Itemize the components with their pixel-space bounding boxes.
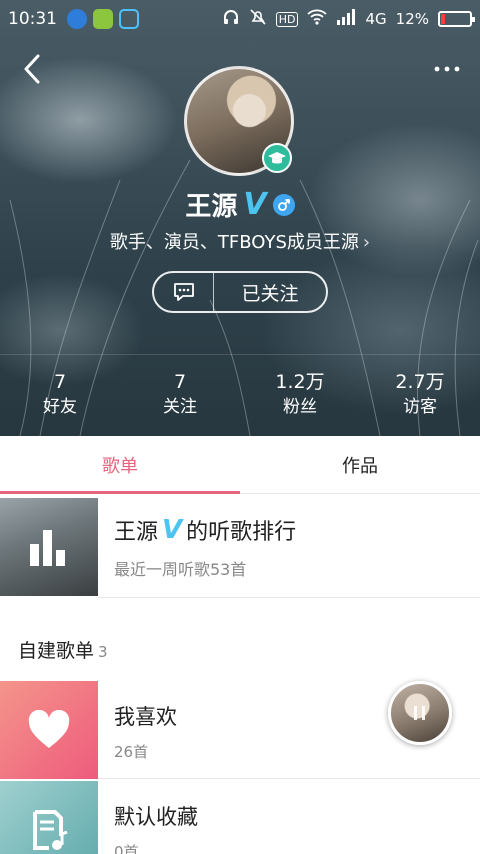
stat-number: 7	[53, 371, 67, 393]
ranking-subtitle: 最近一周听歌53首	[114, 560, 247, 579]
playlist-title: 默认收藏	[114, 805, 198, 829]
network-type: 4G	[365, 10, 387, 28]
stat-following[interactable]: 7 关注	[120, 370, 240, 420]
verified-v-icon: V	[162, 515, 183, 545]
profile-description: 歌手、演员、TFBOYS成员王源	[109, 232, 359, 253]
status-time: 10:31	[8, 9, 57, 29]
pause-icon	[414, 706, 425, 720]
playlist-item[interactable]: 默认收藏 0首	[0, 781, 480, 854]
section-header: 自建歌单 3	[18, 636, 108, 663]
section-title: 自建歌单	[18, 640, 95, 662]
now-playing-button[interactable]	[388, 681, 452, 745]
game-app-icon	[93, 9, 113, 29]
kuwo-app-icon	[67, 9, 87, 29]
stat-label: 访客	[403, 397, 437, 417]
stat-number: 1.2万	[275, 371, 325, 393]
chevron-right-icon: ›	[362, 232, 371, 253]
tab-playlists[interactable]: 歌单	[0, 436, 240, 494]
more-options-button[interactable]	[430, 52, 464, 86]
stat-label: 粉丝	[283, 397, 317, 417]
stat-number: 2.7万	[395, 371, 445, 393]
stat-label: 关注	[163, 397, 197, 417]
listening-ranking-row[interactable]: 王源 V 的听歌排行 最近一周听歌53首	[0, 498, 480, 598]
bar-chart-icon	[30, 530, 65, 566]
stat-friends[interactable]: 7 好友	[0, 370, 120, 420]
playlist-cover	[0, 681, 98, 779]
stat-visitors[interactable]: 2.7万 访客	[360, 370, 480, 420]
stat-number: 7	[173, 371, 187, 393]
content-tabs: 歌单 作品	[0, 436, 480, 494]
chevron-left-icon	[24, 54, 40, 84]
profile-header: 10:31 HD 4G 12% 王源 V 歌手、演员、TFBOYS成员王源 › …	[0, 0, 480, 436]
graduation-cap-icon	[262, 143, 292, 173]
status-bar: 10:31 HD 4G 12%	[0, 0, 480, 38]
stat-label: 好友	[43, 397, 77, 417]
verified-v-icon: V	[243, 187, 267, 222]
back-button[interactable]	[18, 52, 46, 86]
headphone-icon	[222, 8, 240, 30]
chat-bubble-icon	[173, 283, 194, 301]
hd-icon: HD	[275, 11, 299, 27]
message-button[interactable]	[154, 273, 214, 311]
tab-works[interactable]: 作品	[240, 436, 480, 493]
playlist-count: 0首	[114, 843, 139, 854]
followed-button[interactable]: 已关注	[214, 273, 326, 311]
male-gender-icon	[272, 193, 295, 216]
more-dots-icon	[434, 66, 460, 72]
ranking-suffix: 的听歌排行	[186, 520, 297, 545]
stats-divider	[0, 354, 480, 355]
playlist-cover	[0, 781, 98, 854]
ranking-name: 王源	[114, 520, 159, 545]
wifi-icon	[307, 9, 328, 29]
ranking-thumbnail	[0, 498, 98, 596]
name-row: 王源 V	[0, 186, 480, 223]
mute-bell-icon	[249, 8, 267, 30]
heart-icon	[28, 710, 70, 748]
signal-icon	[336, 9, 356, 29]
section-count: 3	[98, 643, 108, 661]
profile-description-link[interactable]: 歌手、演员、TFBOYS成员王源 ›	[0, 228, 480, 254]
battery-icon	[438, 11, 475, 27]
follow-pill: 已关注	[152, 271, 328, 313]
ranking-title: 王源 V 的听歌排行	[114, 514, 480, 546]
profile-name: 王源	[185, 192, 238, 222]
music-list-icon	[33, 810, 68, 850]
stat-fans[interactable]: 1.2万 粉丝	[240, 370, 360, 420]
stats-row: 7 好友 7 关注 1.2万 粉丝 2.7万 访客	[0, 370, 480, 420]
battery-percent: 12%	[395, 10, 429, 28]
scan-app-icon	[119, 9, 139, 29]
